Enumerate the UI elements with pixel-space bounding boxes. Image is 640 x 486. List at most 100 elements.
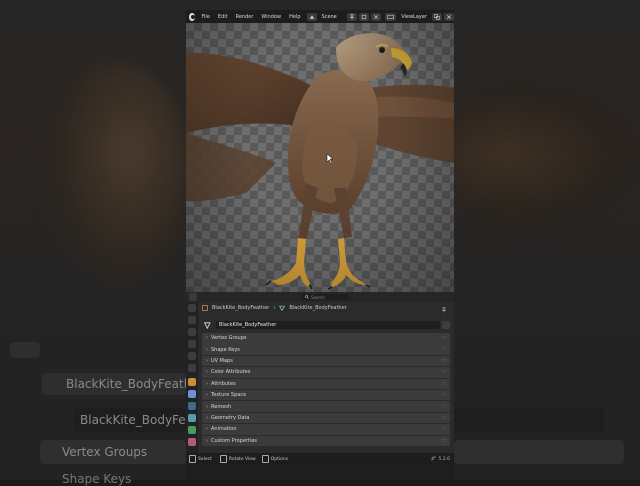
background-left: BlackKite_BodyFeather BlackKite_BodyFeat…: [0, 0, 218, 486]
panel-animation[interactable]: › Animation ∷∷: [202, 424, 450, 435]
mesh-data-browse-icon[interactable]: [204, 322, 212, 329]
panel-label: Vertex Groups: [211, 335, 247, 342]
panel-custom-properties[interactable]: › Custom Properties ∷∷: [202, 435, 450, 447]
panel-shape-keys[interactable]: › Shape Keys ∷∷: [202, 344, 450, 355]
mouse-right-icon: [261, 455, 269, 463]
menu-file[interactable]: File: [198, 14, 214, 20]
panel-vertex-groups[interactable]: › Vertex Groups ∷∷: [202, 333, 450, 344]
viewlayer-icon: [387, 14, 394, 19]
mesh-name: BlackKite_BodyFeather: [219, 322, 277, 328]
drag-grip-icon[interactable]: ∷∷: [441, 346, 447, 352]
drag-grip-icon[interactable]: ∷∷: [441, 335, 447, 341]
background-editor-type: [10, 342, 40, 358]
background-panel-left: BlackKite_BodyFeather BlackKite_BodyFeat…: [0, 336, 218, 486]
version-label: 5.2.0: [430, 456, 450, 462]
background-right: [450, 0, 640, 480]
top-bar: File Edit Render Window Help Scene ViewL…: [186, 10, 454, 23]
panel-remesh[interactable]: › Remesh ∷∷: [202, 401, 450, 412]
fake-user-shield-button[interactable]: [442, 321, 450, 329]
mouse-left-icon: [189, 455, 196, 463]
blender-logo-icon[interactable]: [189, 12, 195, 21]
drag-grip-icon[interactable]: ∷∷: [441, 369, 447, 375]
search-placeholder: Search: [311, 294, 325, 300]
tab-tool[interactable]: [188, 304, 196, 312]
tab-particles[interactable]: [188, 402, 196, 410]
menu-window[interactable]: Window: [257, 14, 285, 20]
panel-geometry-data[interactable]: › Geometry Data ∷∷: [202, 412, 450, 424]
tab-modifiers[interactable]: [188, 390, 196, 398]
blender-window: File Edit Render Window Help Scene ViewL…: [186, 10, 454, 465]
background-panel-vertex-groups: Vertex Groups: [40, 440, 186, 464]
status-select: Select: [189, 455, 212, 463]
tab-physics[interactable]: [188, 414, 196, 422]
scene-delete-button[interactable]: [371, 12, 382, 21]
drag-grip-icon[interactable]: ∷∷: [441, 426, 447, 432]
properties-editor: Search BlackKite_BodyFeather › BlackKite…: [186, 292, 454, 453]
panel-texture-space[interactable]: › Texture Space ∷∷: [202, 389, 450, 401]
panel-label: Texture Space: [211, 392, 247, 399]
breadcrumb-separator: ›: [273, 305, 276, 311]
drag-grip-icon[interactable]: ∷∷: [441, 438, 447, 444]
scene-name: Scene: [321, 13, 337, 20]
viewlayer-delete-button[interactable]: [444, 12, 454, 21]
background-bird-blur: [40, 60, 190, 290]
pin-icon[interactable]: [441, 307, 447, 313]
tab-object[interactable]: [188, 378, 196, 386]
chevron-right-icon: ›: [206, 437, 208, 444]
mesh-name-field[interactable]: BlackKite_BodyFeather: [216, 321, 440, 329]
tab-output[interactable]: [188, 328, 196, 336]
editor-type-button[interactable]: [189, 293, 197, 301]
status-options: Options: [261, 455, 289, 463]
panel-color-attributes[interactable]: › Color Attributes ∷∷: [202, 367, 450, 378]
tab-data[interactable]: [188, 426, 196, 434]
chevron-right-icon: ›: [206, 380, 208, 387]
viewlayer-name-field[interactable]: ViewLayer: [398, 12, 430, 21]
tab-view-layer[interactable]: [188, 340, 196, 348]
scene-name-field[interactable]: Scene: [318, 12, 346, 21]
drag-grip-icon[interactable]: ∷∷: [441, 381, 447, 387]
viewlayer-name: ViewLayer: [401, 13, 427, 20]
background-object-field: BlackKite_BodyFeather: [42, 373, 204, 395]
panel-list: › Vertex Groups ∷∷ › Shape Keys ∷∷ › UV Maps ∷…: [202, 333, 450, 447]
object-icon: [202, 305, 208, 311]
panel-label: Geometry Data: [211, 414, 250, 421]
properties-search-input[interactable]: Search: [301, 294, 349, 300]
tab-scene[interactable]: [188, 352, 196, 360]
status-options-label: Options: [270, 456, 289, 462]
tab-world[interactable]: [188, 364, 196, 372]
image-viewport[interactable]: [186, 23, 454, 292]
panel-label: Custom Properties: [211, 437, 258, 444]
chevron-right-icon: ›: [206, 346, 208, 353]
tab-render[interactable]: [188, 316, 196, 324]
menu-help[interactable]: Help: [285, 14, 304, 20]
drag-grip-icon[interactable]: ∷∷: [441, 415, 447, 421]
status-rotate: Rotate View: [219, 455, 256, 463]
panel-attributes[interactable]: › Attributes ∷∷: [202, 378, 450, 390]
chevron-right-icon: ›: [206, 358, 208, 365]
drag-grip-icon[interactable]: ∷∷: [441, 392, 447, 398]
panel-uv-maps[interactable]: › UV Maps ∷∷: [202, 355, 450, 367]
chevron-right-icon: ›: [206, 426, 208, 433]
scene-pin-button[interactable]: [347, 12, 358, 21]
scene-copy-button[interactable]: [359, 12, 370, 21]
tab-material[interactable]: [188, 438, 196, 446]
drag-grip-icon[interactable]: ∷∷: [441, 358, 447, 364]
drag-grip-icon[interactable]: ∷∷: [441, 403, 447, 409]
version-text: 5.2.0: [438, 457, 450, 462]
status-select-label: Select: [198, 456, 212, 462]
menu-render[interactable]: Render: [232, 14, 258, 20]
viewlayer-copy-button[interactable]: [432, 12, 442, 21]
viewport-vignette: [186, 23, 454, 292]
properties-header: Search: [186, 292, 454, 302]
background-panel-right-bar: [454, 440, 624, 464]
properties-tab-bar: [186, 302, 198, 453]
scene-selector-button[interactable]: [306, 12, 317, 21]
breadcrumb-object: BlackKite_BodyFeather: [212, 305, 270, 311]
background-panel-1-label: Vertex Groups: [62, 445, 148, 459]
chevron-right-icon: ›: [206, 392, 208, 399]
copy-icon: [434, 13, 440, 20]
viewlayer-selector-button[interactable]: [385, 12, 397, 21]
close-icon: [446, 14, 452, 19]
menu-edit[interactable]: Edit: [214, 14, 232, 20]
stats-icon: [430, 456, 436, 461]
